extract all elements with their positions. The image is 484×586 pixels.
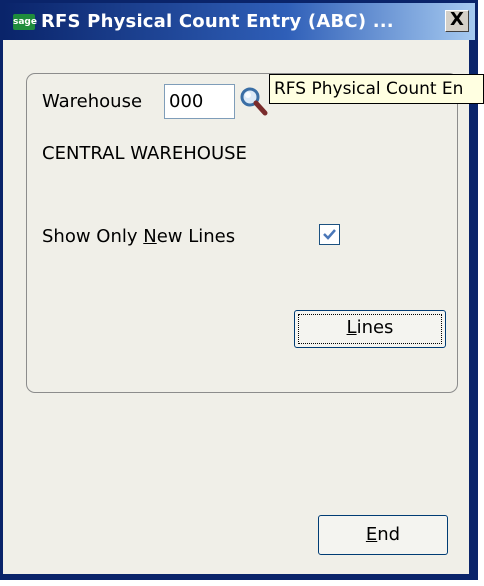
window-title: RFS Physical Count Entry (ABC) ... [41,11,394,32]
end-button[interactable]: End [318,515,448,555]
checkmark-icon [323,229,336,240]
show-new-lines-checkbox[interactable] [319,224,340,245]
magnifier-icon[interactable] [238,85,268,119]
warehouse-label: Warehouse [42,91,143,112]
close-button[interactable]: X [445,10,469,32]
end-mnemonic: E [365,524,378,545]
focus-rect [298,314,442,344]
warehouse-description: CENTRAL WAREHOUSE [42,143,247,164]
end-label: nd [377,524,401,545]
label-mnemonic: N [143,226,157,247]
label-text-after: ew Lines [156,226,236,247]
title-bar[interactable]: sage RFS Physical Count Entry (ABC) ... … [3,3,475,40]
show-new-lines-label: Show Only New Lines [42,226,235,247]
warehouse-field[interactable]: 000 [164,84,235,119]
lines-button[interactable]: Lines [294,310,446,348]
sage-app-icon: sage [13,13,37,30]
tooltip: RFS Physical Count En [269,74,484,104]
label-text-before: Show Only [42,226,144,247]
